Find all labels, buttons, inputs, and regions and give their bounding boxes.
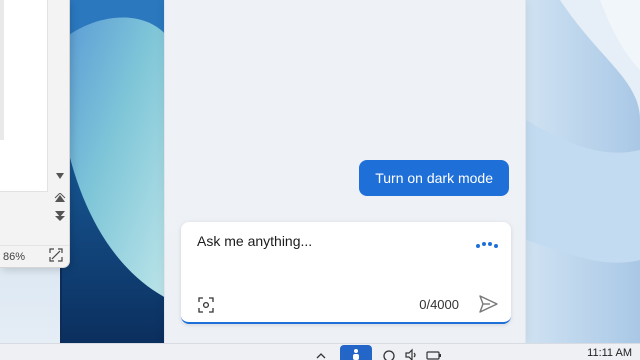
- scroll-down-small-icon[interactable]: [54, 170, 66, 182]
- user-message-bubble: Turn on dark mode: [359, 160, 509, 196]
- page-edge: [0, 0, 4, 140]
- send-icon[interactable]: [477, 293, 499, 315]
- zoom-level[interactable]: 86%: [3, 251, 25, 263]
- scroll-up-icon[interactable]: [54, 192, 66, 204]
- expand-icon[interactable]: [49, 248, 63, 265]
- document-page: [0, 0, 48, 192]
- character-counter: 0/4000: [419, 297, 459, 312]
- volume-icon[interactable]: [404, 347, 418, 360]
- battery-icon[interactable]: [426, 347, 441, 360]
- chat-composer[interactable]: Ask me anything... 0/4000: [181, 222, 511, 324]
- screenshot-capture-icon[interactable]: [197, 296, 215, 314]
- chevron-up-icon[interactable]: [314, 347, 328, 360]
- active-app-icon[interactable]: [340, 345, 372, 360]
- network-icon[interactable]: [382, 347, 396, 360]
- taskbar: 11:11 AM: [0, 343, 640, 360]
- status-bar: 86%: [0, 245, 69, 267]
- prompt-input[interactable]: Ask me anything...: [197, 233, 312, 249]
- typing-dots-icon: [475, 236, 501, 248]
- copilot-panel: Turn on dark mode Ask me anything... 0/4…: [164, 0, 526, 343]
- clock-time[interactable]: 11:11 AM: [587, 347, 632, 359]
- scroll-down-icon[interactable]: [54, 210, 66, 222]
- document-window: 86%: [0, 0, 70, 268]
